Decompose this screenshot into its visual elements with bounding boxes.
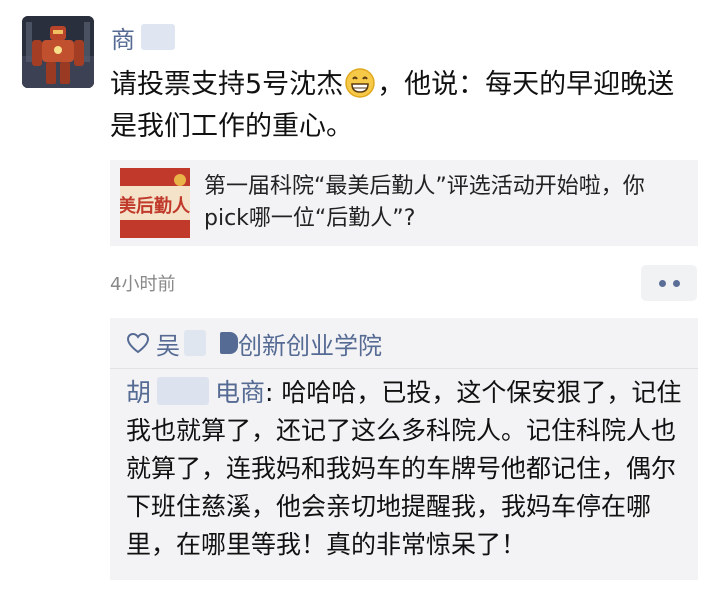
redacted-name-blur (157, 377, 210, 405)
comment-item[interactable]: 胡 电商: 哈哈哈，已投，这个保安狠了，记住我也就算了，还记了这么多科院人。记住科… (126, 374, 692, 564)
more-dot-icon (658, 279, 666, 287)
commenter-name[interactable]: 胡 (126, 378, 151, 407)
commenter-name-suffix[interactable]: 电商 (215, 378, 265, 407)
avatar[interactable] (22, 16, 94, 88)
redacted-name-blur (184, 330, 206, 356)
redacted-name-blur (141, 24, 175, 50)
redacted-name-blur (220, 332, 238, 354)
poster-name-row[interactable]: 商 (111, 20, 175, 54)
comment-separator: : (265, 378, 282, 407)
poster-name[interactable]: 商 (111, 20, 135, 55)
grinning-face-icon (345, 68, 375, 98)
link-title: 第一届科院“最美后勤人”评选活动开始啦，你pick哪一位“后勤人”? (204, 174, 645, 231)
likes-comments-panel: 吴 创新创业学院 胡 电商: 哈哈哈，已投，这个保安狠了，记住我也就算了，还记了这… (110, 318, 698, 580)
comment-text: 哈哈哈，已投，这个保安狠了，记住我也就算了，还记了这么多科院人。记住科院人也就算… (126, 378, 682, 559)
post-timestamp: 4小时前 (110, 274, 176, 295)
link-thumbnail-text: 美后勤人 (120, 196, 190, 217)
post-text-part1: 请投票支持5号沈杰 (110, 69, 344, 100)
liker-name[interactable]: 吴 (156, 326, 180, 361)
more-dot-icon (672, 279, 680, 287)
post-text: 请投票支持5号沈杰 ，他说：每天的早迎晚送是我们工作的重心。 (110, 64, 700, 148)
more-options-button[interactable] (641, 265, 697, 301)
likes-row: 吴 创新创业学院 (110, 318, 698, 369)
avatar-robot-image (22, 16, 94, 88)
shared-link-card[interactable]: 美后勤人 第一届科院“最美后勤人”评选活动开始啦，你pick哪一位“后勤人”? (110, 160, 698, 246)
heart-icon (126, 332, 150, 354)
liker-org[interactable]: 创新创业学院 (238, 326, 382, 361)
link-thumbnail: 美后勤人 (120, 168, 190, 238)
